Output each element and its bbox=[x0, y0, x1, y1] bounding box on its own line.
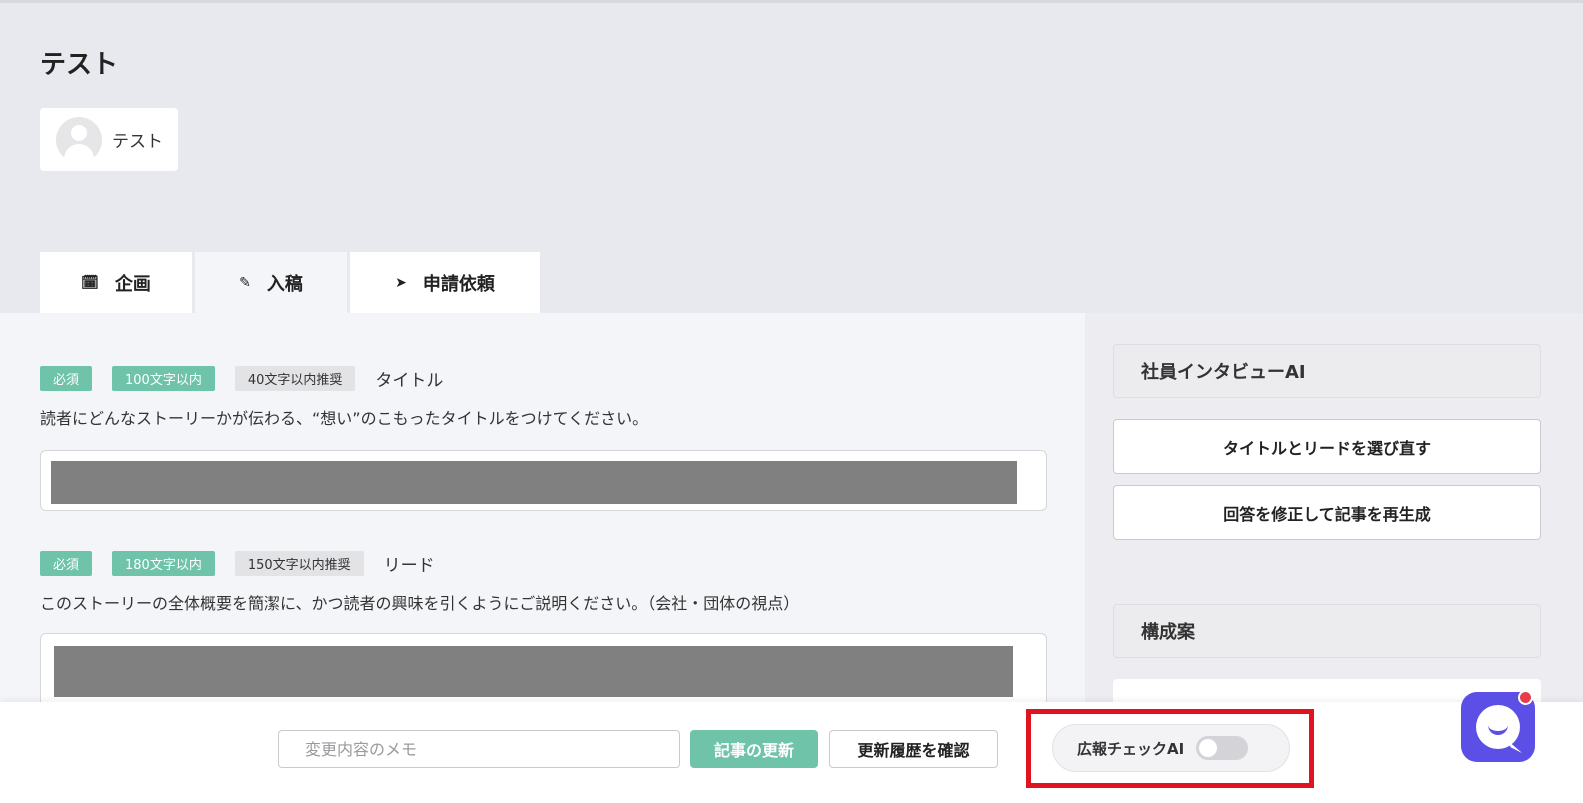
required-badge: 必須 bbox=[40, 366, 93, 391]
tab-submit-label: 入稿 bbox=[266, 273, 303, 295]
page-title: テスト bbox=[40, 50, 119, 80]
title-field-header: 必須 100文字以内 40文字以内推奨 タイトル bbox=[40, 366, 443, 391]
change-memo-input[interactable] bbox=[278, 730, 680, 768]
limit-badge: 100文字以内 bbox=[112, 366, 215, 391]
lead-field-header: 必須 180文字以内 150文字以内推奨 リード bbox=[40, 551, 435, 576]
regenerate-article-button[interactable]: 回答を修正して記事を再生成 bbox=[1113, 485, 1541, 540]
chat-icon bbox=[1476, 705, 1522, 753]
author-card[interactable]: テスト bbox=[40, 108, 178, 171]
avatar bbox=[56, 116, 102, 163]
limit-badge: 180文字以内 bbox=[112, 551, 215, 576]
redacted-text bbox=[51, 461, 1017, 504]
lead-field-description: このストーリーの全体概要を簡潔に、かつ読者の興味を引くようにご説明ください。（会… bbox=[40, 594, 800, 613]
tab-request-label: 申請依頼 bbox=[422, 273, 495, 295]
reselect-title-lead-button[interactable]: タイトルとリードを選び直す bbox=[1113, 419, 1541, 474]
author-name: テスト bbox=[112, 132, 163, 152]
interview-ai-header: 社員インタビューAI bbox=[1113, 344, 1541, 398]
tab-bar: 🗓 企画 ✎ 入稿 ➤ 申請依頼 bbox=[40, 252, 540, 313]
recommended-badge: 40文字以内推奨 bbox=[234, 366, 356, 391]
pencil-icon: ✎ bbox=[239, 274, 251, 291]
required-badge: 必須 bbox=[40, 551, 93, 576]
redacted-text bbox=[54, 646, 1013, 697]
highlight-box bbox=[1026, 709, 1314, 788]
recommended-badge: 150文字以内推奨 bbox=[234, 551, 364, 576]
view-history-button[interactable]: 更新履歴を確認 bbox=[829, 730, 998, 768]
tab-submit[interactable]: ✎ 入稿 bbox=[195, 252, 347, 313]
title-input[interactable] bbox=[40, 450, 1047, 511]
notification-dot bbox=[1518, 690, 1533, 705]
send-icon: ➤ bbox=[395, 274, 407, 291]
update-article-button[interactable]: 記事の更新 bbox=[690, 730, 818, 768]
outline-header: 構成案 bbox=[1113, 604, 1541, 658]
calendar-icon: 🗓 bbox=[81, 274, 99, 291]
title-field-label: タイトル bbox=[375, 371, 444, 391]
lead-field-label: リード bbox=[383, 556, 435, 576]
title-field-description: 読者にどんなストーリーかが伝わる、“想い”のこもったタイトルをつけてください。 bbox=[40, 409, 649, 428]
tab-request[interactable]: ➤ 申請依頼 bbox=[350, 252, 540, 313]
tab-plan-label: 企画 bbox=[114, 273, 151, 295]
tab-plan[interactable]: 🗓 企画 bbox=[40, 252, 192, 313]
